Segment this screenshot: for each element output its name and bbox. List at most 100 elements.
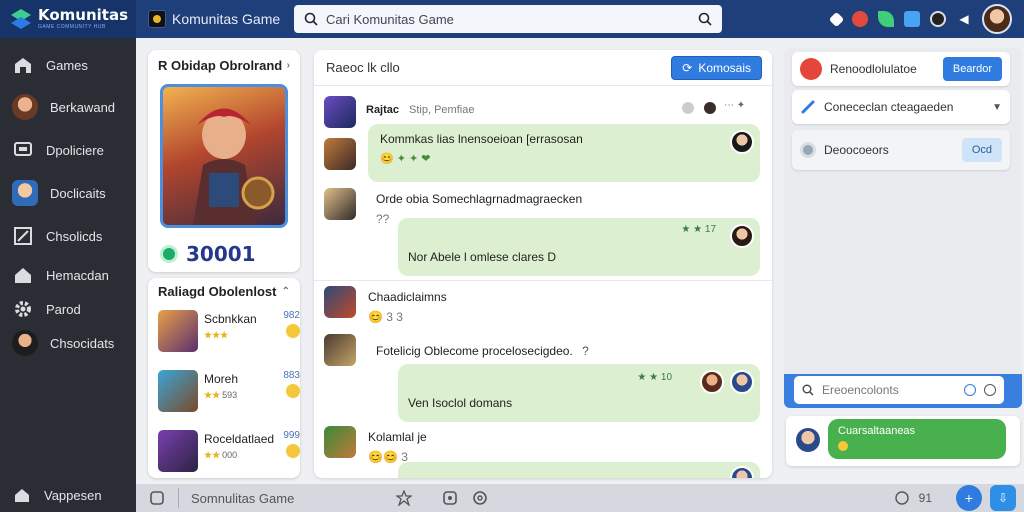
home-icon	[15, 489, 29, 502]
follow-button[interactable]: Beardor	[942, 57, 1002, 81]
sidebar-item-dpoliciere[interactable]: Dpoliciere	[0, 133, 136, 167]
bottom-actions: 91 + ⇩	[893, 485, 1024, 511]
character-icon[interactable]	[852, 11, 868, 27]
message-plain[interactable]: Kolamlal je 😊😊 3	[368, 430, 427, 464]
filter-icon[interactable]	[984, 384, 996, 396]
message-text: Chaadiclaimns	[368, 290, 447, 304]
avatar	[702, 100, 718, 116]
message-bubble[interactable]: ★ ★ 17 Nor Abele l omlese clares D	[398, 218, 760, 276]
sticker-icon[interactable]	[441, 489, 459, 507]
message-text: Kolamlal je	[368, 430, 427, 444]
settings-row[interactable]: Deoocoeors Ocd	[792, 130, 1010, 170]
featured-image[interactable]	[160, 84, 288, 228]
more-icon[interactable]: ⋯ ✦	[724, 100, 745, 116]
sidebar-item-games[interactable]: Games	[0, 48, 136, 82]
notification-text: Renoodlolulatoe	[830, 62, 917, 76]
panel-search-input[interactable]: Ereoencolonts	[794, 376, 1004, 404]
sidebar-item-label: Parod	[46, 301, 81, 317]
message-reactions: 😊 ✦ ✦ ❤	[380, 153, 431, 165]
divider	[314, 280, 772, 281]
avatar	[12, 180, 38, 206]
game-thumbnail	[148, 10, 166, 28]
recommended-title: Raliagd Obolenlost	[158, 283, 277, 299]
list-item[interactable]: Roceldatlaed ★★ 000 999	[158, 430, 300, 478]
message-text: Nor Abele l omlese clares D	[408, 250, 557, 264]
chevron-up-icon[interactable]: ⌃	[282, 286, 290, 297]
game-thumbnail	[158, 430, 198, 472]
avatar	[12, 330, 38, 356]
category-dropdown[interactable]: Conececlan cteagaeden ▼	[792, 90, 1010, 124]
message-bubble[interactable]: Kommkas lias lnensoeioan [errasosan 😊 ✦ …	[368, 124, 760, 182]
chat-header: Raeoc lk cllo ⟳ Komosais	[314, 50, 772, 86]
download-icon[interactable]: ⇩	[990, 485, 1016, 511]
chat-preview-card[interactable]: Cuarsaltaaneas	[786, 416, 1020, 466]
game-thumbnail	[158, 310, 198, 352]
avatar	[324, 138, 356, 170]
search-input[interactable]: Cari Komunitas Game	[326, 12, 690, 27]
avatar	[324, 286, 356, 318]
sidebar-item-hemacdan[interactable]: Hemacdan	[0, 258, 136, 292]
notification-row[interactable]: Renoodlolulatoe Beardor	[792, 52, 1010, 86]
headset-icon[interactable]	[930, 11, 946, 27]
smiley-icon[interactable]	[893, 489, 911, 507]
new-post-button[interactable]: ⟳ Komosais	[671, 55, 762, 80]
like-icon[interactable]	[680, 100, 696, 116]
back-icon[interactable]: ◀	[956, 11, 972, 27]
add-button[interactable]: +	[956, 485, 982, 511]
monitor-icon[interactable]	[904, 11, 920, 27]
score-row: 30001	[160, 242, 256, 266]
sidebar-footer-label: Vappesen	[44, 487, 102, 503]
message-sub: ?	[582, 344, 589, 358]
brand[interactable]: Komunitas GAME COMMUNITY HUB	[0, 0, 136, 38]
sidebar-item-berkawand[interactable]: Berkawand	[0, 90, 136, 124]
sidebar-item-doclicaits[interactable]: Doclicaits	[0, 176, 136, 210]
user-avatar[interactable]	[982, 4, 1012, 34]
avatar	[730, 130, 754, 154]
emoji-picker-icon[interactable]	[471, 489, 489, 507]
puzzle-icon[interactable]	[828, 11, 845, 27]
top-bar: Komunitas GAME COMMUNITY HUB Komunitas G…	[0, 0, 1024, 38]
sidebar-item-chsolicds[interactable]: Chsolicds	[0, 219, 136, 253]
clock-icon[interactable]	[964, 384, 976, 396]
message-plain[interactable]: Fotelicig Oblecome procelosecigdeo. ?	[376, 344, 589, 358]
chevron-right-icon[interactable]: ›	[287, 60, 290, 71]
inbox-icon[interactable]	[148, 489, 166, 507]
sidebar-footer[interactable]: Vappesen	[0, 478, 136, 512]
search-submit-icon[interactable]	[698, 12, 712, 26]
sidebar-item-label: Chsocidats	[50, 335, 115, 351]
star-icon[interactable]	[395, 489, 413, 507]
gear-icon	[15, 301, 31, 317]
card-title: R Obidap Obrolrand	[158, 57, 283, 73]
emoji-icon	[838, 441, 848, 451]
search-bar[interactable]: Cari Komunitas Game	[294, 5, 722, 33]
sidebar-item-parod[interactable]: Parod	[0, 292, 136, 326]
message-plain[interactable]: Chaadiclaimns 😊 3 3	[368, 290, 447, 324]
new-post-label: Komosais	[698, 60, 751, 75]
message-bubble[interactable]	[398, 462, 760, 478]
chevron-down-icon: ▼	[992, 101, 1002, 113]
leaf-icon[interactable]	[878, 11, 894, 27]
apply-button[interactable]: Ocd	[961, 138, 1002, 162]
recommended-card: Raliagd Obolenlost ⌃ Scbnkkan ★★★ 982 Mo…	[148, 278, 300, 478]
featured-card: R Obidap Obrolrand › 30001	[148, 50, 300, 272]
brand-title: Komunitas	[38, 6, 129, 24]
hero-character-icon	[193, 108, 275, 225]
sidebar-item-label: Games	[46, 57, 88, 73]
search-footer: Ereoencolonts	[784, 374, 1022, 408]
sidebar-item-label: Hemacdan	[46, 267, 109, 283]
avatar	[730, 224, 754, 248]
brand-subtitle: GAME COMMUNITY HUB	[38, 24, 106, 30]
sidebar-item-label: Doclicaits	[50, 185, 106, 201]
thread-meta: Stip, Pemfiae	[409, 104, 475, 116]
list-item[interactable]: Moreh ★★ 593 883	[158, 370, 300, 418]
avatar	[324, 426, 356, 458]
chat-panel: Raeoc lk cllo ⟳ Komosais Rajtac Stip, Pe…	[314, 50, 772, 478]
gamepad-icon	[15, 58, 31, 73]
top-actions: ◀	[828, 4, 1024, 34]
message-text: Fotelicig Oblecome procelosecigdeo.	[376, 344, 573, 358]
compose-input[interactable]: Somnulitas Game	[191, 491, 381, 506]
sidebar-item-chsocidats[interactable]: Chsocidats	[0, 326, 136, 360]
message-text: Kommkas lias lnensoeioan [errasosan	[380, 132, 583, 146]
game-selector[interactable]: Komunitas Game	[148, 10, 288, 28]
list-item[interactable]: Scbnkkan ★★★ 982	[158, 310, 300, 358]
